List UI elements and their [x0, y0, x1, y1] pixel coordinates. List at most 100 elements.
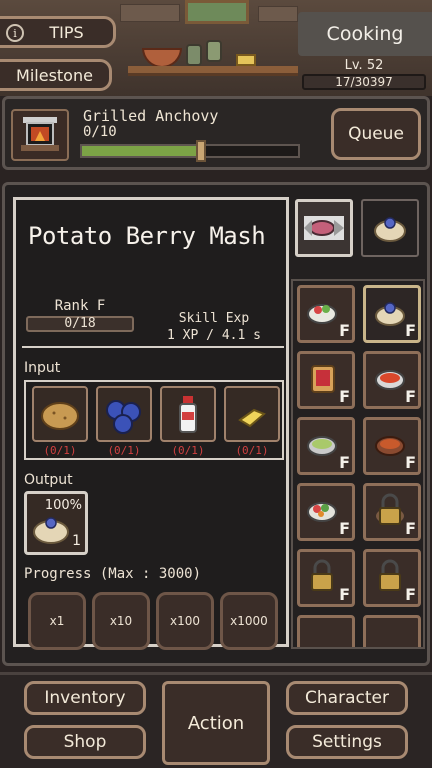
tips-button[interactable]: i TIPS	[0, 16, 116, 48]
info-icon: i	[6, 24, 24, 42]
shop-button[interactable]: Shop	[24, 725, 146, 759]
recipe-rank: F	[405, 519, 416, 538]
rank-box: Rank F 0/18	[26, 298, 134, 332]
skill-exp-box: Skill Exp 1 XP / 4.1 s	[154, 310, 274, 344]
multiplier-x10-button[interactable]: x10	[92, 592, 150, 650]
wall-brick	[120, 4, 180, 22]
recipe-card-potato-berry-mash[interactable]: F	[363, 285, 421, 343]
recipe-card-partial[interactable]	[363, 615, 421, 647]
swap-arrows-icon	[304, 216, 344, 240]
input-need-blueberries: (0/1)	[107, 444, 141, 457]
jar-decor	[186, 44, 202, 66]
skill-exp-label: Skill Exp	[178, 311, 250, 326]
jar-decor	[206, 40, 222, 62]
kitchen-shelf	[128, 66, 298, 76]
action-label: Action	[187, 712, 245, 734]
input-slot-butter[interactable]	[224, 386, 280, 442]
butter-icon	[238, 408, 266, 428]
potato-icon	[41, 402, 79, 430]
recipe-card-tomato-soup[interactable]: F	[363, 351, 421, 409]
output-quantity: 1	[72, 533, 81, 549]
milestone-button[interactable]: Milestone	[0, 59, 112, 91]
recipe-rank: F	[339, 453, 350, 472]
recipe-rank: F	[405, 585, 416, 604]
recipe-rank: F	[405, 453, 416, 472]
potato-berry-mash-icon	[374, 217, 406, 242]
recipe-card-locked[interactable]: F	[363, 483, 421, 541]
blueberries-icon	[106, 400, 141, 434]
multiplier-label: x10	[109, 614, 133, 628]
multiplier-x1-button[interactable]: x1	[28, 592, 86, 650]
level-box: Lv. 52 17/30397	[302, 58, 426, 92]
multiplier-x100-button[interactable]: x100	[156, 592, 214, 650]
recipe-list: F F F F F F F F F F	[291, 279, 425, 649]
level-label: Lv. 52	[344, 58, 384, 73]
settings-label: Settings	[312, 732, 382, 752]
recipe-title: Potato Berry Mash	[28, 222, 266, 250]
progress-label: Progress (Max : 3000)	[24, 566, 202, 582]
selected-recipe-preview	[361, 199, 419, 257]
kitchen-window	[185, 0, 249, 24]
input-slot-blueberries[interactable]	[96, 386, 152, 442]
milk-bottle-icon	[179, 396, 197, 433]
bottom-navigation: Inventory Shop Action Character Settings	[0, 672, 432, 768]
input-need-milk: (0/1)	[171, 444, 205, 457]
divider	[22, 346, 284, 348]
multiplier-label: x1000	[230, 614, 268, 628]
recipe-card-locked[interactable]: F	[297, 549, 355, 607]
input-slot-milk[interactable]	[160, 386, 216, 442]
multiplier-label: x1	[49, 614, 65, 628]
rank-progress-bar: 0/18	[26, 316, 134, 332]
output-slot[interactable]: 100% 1	[24, 491, 88, 555]
activity-progress-fill	[82, 146, 201, 156]
input-need-butter: (0/1)	[235, 444, 269, 457]
xp-bar: 17/30397	[302, 74, 426, 90]
recipe-card-green-stew[interactable]: F	[297, 417, 355, 475]
recipe-rank: F	[339, 519, 350, 538]
output-label: Output	[24, 472, 73, 488]
current-activity-panel: Grilled Anchovy 0/10 Queue	[2, 96, 430, 170]
queue-label: Queue	[348, 124, 404, 144]
multiplier-x1000-button[interactable]: x1000	[220, 592, 278, 650]
recipe-rank: F	[339, 585, 350, 604]
input-need-potato: (0/1)	[43, 444, 77, 457]
cooking-station-icon	[11, 109, 69, 161]
milestone-label: Milestone	[16, 65, 93, 85]
recipe-card-chili-bowl[interactable]: F	[363, 417, 421, 475]
recipe-rank: F	[405, 387, 416, 406]
activity-count: 0/10	[83, 124, 117, 140]
inventory-label: Inventory	[44, 688, 126, 708]
potato-berry-mash-icon	[33, 517, 69, 544]
input-label: Input	[24, 360, 61, 376]
recipe-card-salad-bowl[interactable]: F	[297, 285, 355, 343]
recipe-card-partial[interactable]	[297, 615, 355, 647]
recipe-card-jam-toast[interactable]: F	[297, 351, 355, 409]
recipe-detail: Potato Berry Mash Rank F 0/18 Skill Exp …	[13, 197, 289, 650]
recipe-rank: F	[405, 321, 416, 340]
inventory-button[interactable]: Inventory	[24, 681, 146, 715]
settings-button[interactable]: Settings	[286, 725, 408, 759]
activity-progress-bar	[80, 140, 300, 162]
output-chance: 100%	[44, 498, 82, 513]
recipe-rank: F	[339, 321, 350, 340]
recipe-card-locked[interactable]: F	[363, 549, 421, 607]
skill-name: Cooking	[298, 12, 432, 56]
queue-button[interactable]: Queue	[331, 108, 421, 160]
recipe-card-veggie-bowl[interactable]: F	[297, 483, 355, 541]
activity-name: Grilled Anchovy	[83, 107, 219, 125]
activity-progress-knob	[195, 140, 206, 162]
recipe-panel: Potato Berry Mash Rank F 0/18 Skill Exp …	[2, 182, 430, 666]
skill-exp-value: 1 XP / 4.1 s	[167, 328, 261, 343]
action-button[interactable]: Action	[162, 681, 270, 765]
input-slot-potato[interactable]	[32, 386, 88, 442]
character-button[interactable]: Character	[286, 681, 408, 715]
wall-brick	[258, 6, 298, 22]
recipe-rank: F	[339, 387, 350, 406]
rank-label: Rank F	[54, 298, 106, 314]
character-label: Character	[305, 688, 389, 708]
multiplier-label: x100	[169, 614, 200, 628]
cheese-decor	[236, 54, 256, 66]
shop-label: Shop	[63, 732, 107, 752]
xp-text: 17/30397	[335, 75, 393, 89]
swap-recipe-button[interactable]	[295, 199, 353, 257]
